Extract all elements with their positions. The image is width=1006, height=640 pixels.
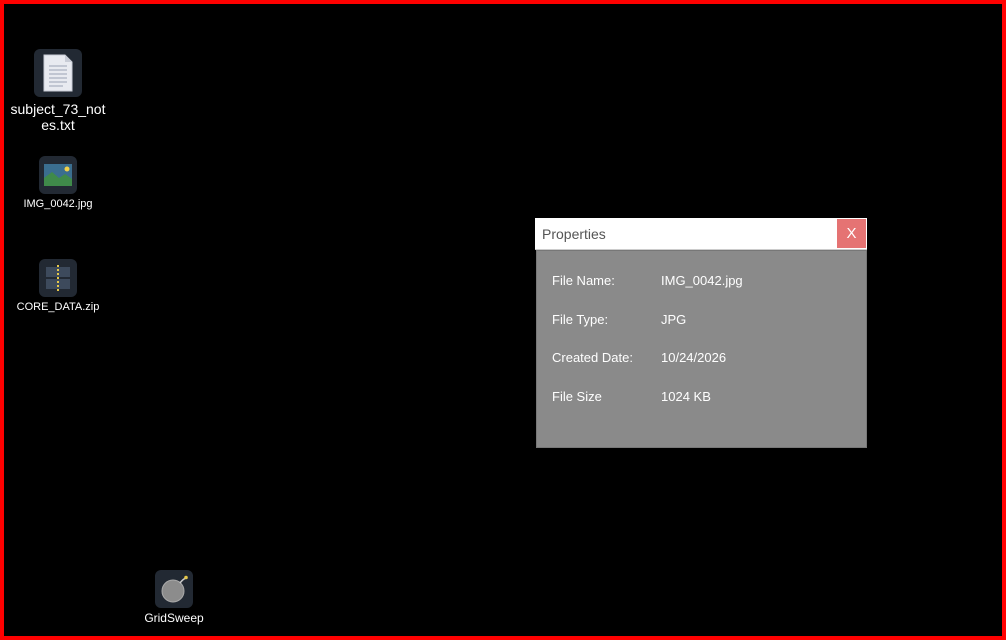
desktop-icon-notes-txt[interactable]: subject_73_notes.txt xyxy=(8,49,108,133)
property-key: Created Date: xyxy=(552,350,633,365)
desktop-icon-label: IMG_0042.jpg xyxy=(23,198,93,210)
image-file-icon xyxy=(39,156,77,194)
zip-file-icon xyxy=(39,259,77,297)
bomb-icon xyxy=(155,570,193,608)
property-row-file-size: File Size 1024 KB xyxy=(537,389,866,428)
property-row-file-type: File Type: JPG xyxy=(537,312,866,351)
properties-dialog: Properties X File Name: IMG_0042.jpg Fil… xyxy=(535,218,867,448)
desktop: subject_73_notes.txt IMG_0042.jpg CORE_D… xyxy=(0,0,1006,640)
close-button[interactable]: X xyxy=(837,219,866,248)
property-value: JPG xyxy=(661,311,687,327)
property-value: 10/24/2026 xyxy=(661,350,727,365)
properties-titlebar[interactable]: Properties X xyxy=(535,218,867,250)
desktop-icon-label: GridSweep xyxy=(144,611,204,625)
text-file-icon xyxy=(34,49,82,97)
property-key: File Type: xyxy=(552,311,609,327)
properties-title: Properties xyxy=(542,225,606,242)
desktop-icon-label: subject_73_notes.txt xyxy=(10,101,106,134)
desktop-icon-label: CORE_DATA.zip xyxy=(16,301,100,313)
property-row-file-name: File Name: IMG_0042.jpg xyxy=(537,273,866,312)
property-value: IMG_0042.jpg xyxy=(661,273,743,288)
properties-body: File Name: IMG_0042.jpg File Type: JPG C… xyxy=(536,250,867,448)
property-row-created-date: Created Date: 10/24/2026 xyxy=(537,350,866,389)
desktop-icon-img-jpg[interactable]: IMG_0042.jpg xyxy=(18,156,98,211)
desktop-icon-core-data-zip[interactable]: CORE_DATA.zip xyxy=(14,259,102,314)
property-key: File Size xyxy=(552,388,602,404)
desktop-icon-gridsweep[interactable]: GridSweep xyxy=(134,570,214,626)
property-key: File Name: xyxy=(552,273,615,288)
property-value: 1024 KB xyxy=(661,388,711,404)
